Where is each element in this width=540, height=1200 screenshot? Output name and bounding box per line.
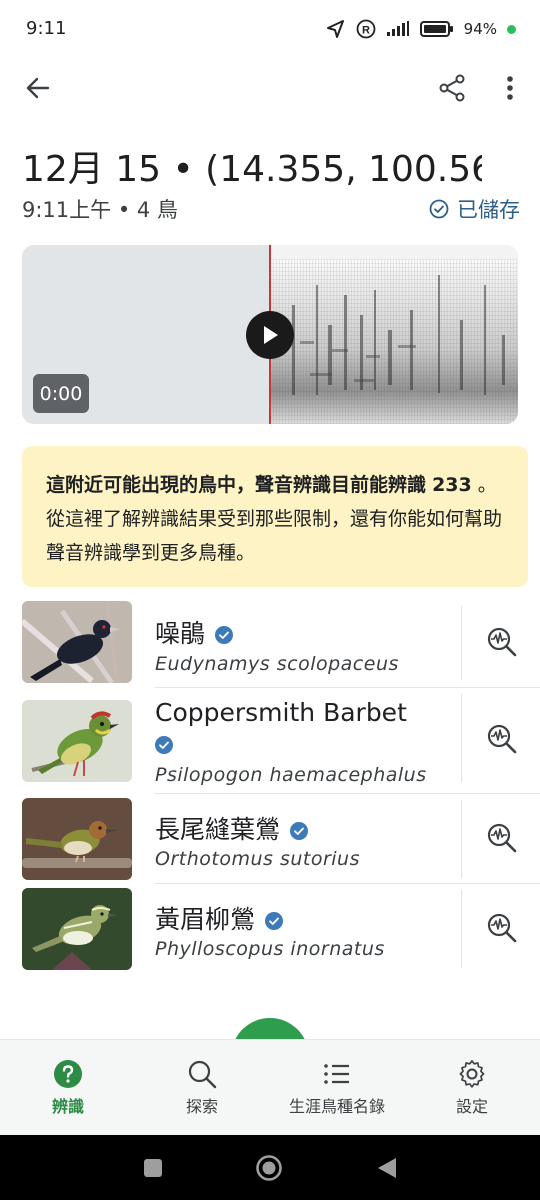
help-circle-icon [54, 1060, 82, 1088]
nav-label: 設定 [455, 1097, 488, 1116]
waveform-search-icon [487, 823, 517, 853]
spectrogram[interactable] [270, 245, 518, 424]
recents-button[interactable] [138, 1153, 168, 1183]
spectrogram-marks [292, 275, 505, 395]
verified-icon [265, 912, 284, 930]
verified-icon [155, 736, 173, 758]
bird-thumbnail [22, 798, 132, 880]
saved-status[interactable]: 已儲存 [429, 194, 520, 224]
nav-item-settings[interactable]: 設定 [422, 1040, 522, 1136]
battery-percent: 94% [463, 20, 497, 38]
info-text-lead: 這附近可能出現的鳥中，聲音辨識目前能辨識 [46, 474, 427, 496]
divider [461, 800, 462, 878]
nav-item-life-list[interactable]: 生涯鳥種名錄 [272, 1040, 402, 1136]
status-icons: R 94% [326, 14, 516, 44]
bird-name-text: 長尾縫葉鶯 [155, 815, 281, 844]
gear-icon [459, 1060, 485, 1088]
list-item[interactable]: 噪鵑 Eudynamys scolopaceus [0, 598, 540, 688]
analyze-sound-button[interactable] [478, 618, 526, 666]
check-circle-icon [429, 199, 449, 219]
bird-scientific-name: Orthotomus sutorius [155, 848, 360, 870]
navigation-icon [326, 20, 344, 38]
bird-common-name: Coppersmith Barbet [155, 696, 407, 730]
list-item[interactable]: 長尾縫葉鶯 Orthotomus sutorius [0, 794, 540, 884]
svg-text:R: R [362, 25, 370, 37]
verified-icon [290, 822, 309, 840]
bird-thumbnail [22, 888, 132, 970]
nav-item-identify[interactable]: 辨識 [18, 1040, 118, 1136]
circle-icon [256, 1155, 282, 1181]
playback-time: 0:00 [33, 374, 89, 413]
recording-meta-row: 9:11上午 • 4 鳥 已儲存 [22, 194, 522, 224]
arrow-left-icon [26, 77, 50, 99]
list-item[interactable]: Coppersmith Barbet Psilopogon haemacepha… [0, 688, 540, 794]
analyze-sound-button[interactable] [478, 814, 526, 862]
play-button[interactable] [246, 311, 294, 359]
nav-item-explore[interactable]: 探索 [152, 1040, 252, 1136]
status-time: 9:11 [26, 18, 67, 39]
bird-scientific-name: Psilopogon haemacephalus [155, 764, 427, 786]
play-icon [264, 326, 278, 344]
square-icon [144, 1159, 162, 1177]
analyze-sound-button[interactable] [478, 715, 526, 763]
recording-meta: 9:11上午 • 4 鳥 [22, 198, 178, 222]
share-button[interactable] [428, 64, 476, 112]
back-button[interactable] [14, 64, 62, 112]
share-icon [439, 74, 465, 102]
bottom-navigation: 辨識 探索 生涯鳥種名錄 設定 [0, 1039, 540, 1135]
privacy-indicator-dot [507, 24, 516, 34]
bird-common-name: 長尾縫葉鶯 [155, 810, 309, 846]
nav-label: 辨識 [51, 1097, 84, 1116]
divider [461, 694, 462, 782]
back-nav-button[interactable] [372, 1153, 402, 1183]
bird-photo [22, 700, 132, 782]
bird-thumbnail [22, 601, 132, 683]
nav-label: 探索 [185, 1097, 218, 1116]
registered-icon: R [356, 19, 376, 39]
waveform-search-icon [487, 627, 517, 657]
recording-title: 12月 15 • (14.355, 100.56… [22, 149, 482, 190]
list-icon [324, 1064, 349, 1084]
more-vert-icon [507, 76, 513, 100]
bird-photo [22, 798, 132, 880]
info-card[interactable]: 這附近可能出現的鳥中，聲音辨識目前能辨識 233 。 從這裡了解辨識結果受到那些… [22, 446, 528, 587]
more-options-button[interactable] [486, 64, 534, 112]
divider [461, 890, 462, 968]
bird-photo [22, 888, 132, 970]
nav-label: 生涯鳥種名錄 [288, 1097, 385, 1116]
saved-label: 已儲存 [457, 198, 520, 222]
verified-icon [215, 626, 234, 644]
bird-name-text: 噪鵑 [155, 619, 206, 648]
waveform-search-icon [487, 913, 517, 943]
battery-icon [419, 21, 453, 37]
waveform-search-icon [487, 724, 517, 754]
divider [461, 606, 462, 680]
status-bar: 9:11 R 94% [0, 0, 540, 56]
bird-thumbnail [22, 700, 132, 782]
bird-scientific-name: Eudynamys scolopaceus [155, 653, 399, 675]
analyze-sound-button[interactable] [478, 904, 526, 952]
signal-icon [386, 21, 409, 36]
bird-common-name: 黃眉柳鶯 [155, 900, 284, 936]
system-navigation-bar [0, 1135, 540, 1200]
list-item[interactable]: 黃眉柳鶯 Phylloscopus inornatus [0, 884, 540, 974]
bird-photo [22, 601, 132, 683]
audio-player[interactable]: 0:00 [22, 245, 518, 424]
bird-name-text: Coppersmith Barbet [155, 698, 407, 727]
triangle-back-icon [378, 1158, 396, 1178]
home-button[interactable] [254, 1153, 284, 1183]
bird-scientific-name: Phylloscopus inornatus [155, 938, 385, 960]
info-species-count: 233 [432, 474, 472, 496]
bird-common-name: 噪鵑 [155, 614, 234, 650]
app-bar [0, 60, 540, 116]
bird-name-text: 黃眉柳鶯 [155, 905, 256, 934]
search-icon [188, 1060, 217, 1089]
